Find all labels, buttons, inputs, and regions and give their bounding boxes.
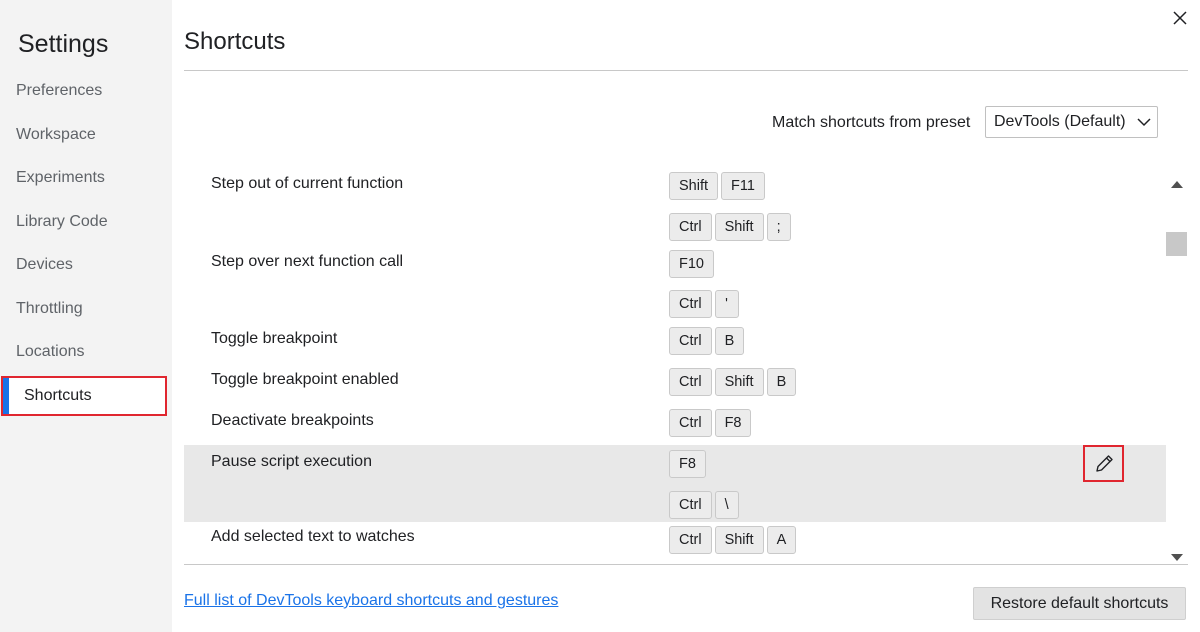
- key-cap: F10: [669, 250, 714, 278]
- shortcut-row: Toggle breakpoint Ctrl B: [184, 327, 1166, 368]
- shortcut-binding: F10: [669, 250, 714, 278]
- full-shortcuts-list-link[interactable]: Full list of DevTools keyboard shortcuts…: [184, 592, 558, 610]
- key-cap: ;: [766, 213, 791, 241]
- shortcut-list: Step out of current function Shift F11 C…: [184, 172, 1166, 562]
- key-cap: Shift: [714, 368, 764, 396]
- shortcut-row: Toggle breakpoint enabled Ctrl Shift B: [184, 368, 1166, 409]
- key-cap: Ctrl: [669, 290, 712, 318]
- shortcut-binding: F8: [669, 450, 706, 478]
- sidebar-item-library-code[interactable]: Library Code: [0, 202, 172, 242]
- shortcut-action-name: Step out of current function: [211, 175, 404, 192]
- key-cap: \: [714, 491, 739, 519]
- shortcut-binding: Ctrl Shift B: [669, 368, 797, 396]
- triangle-up-icon: [1171, 181, 1183, 188]
- sidebar-item-locations[interactable]: Locations: [0, 332, 172, 372]
- key-cap: Ctrl: [669, 491, 712, 519]
- shortcut-row: Add selected text to watches Ctrl Shift …: [184, 522, 1166, 562]
- shortcut-action-name: Deactivate breakpoints: [211, 412, 374, 429]
- key-cap: B: [714, 327, 745, 355]
- scroll-up-button[interactable]: [1169, 176, 1185, 192]
- scrollbar-thumb[interactable]: [1166, 232, 1187, 256]
- sidebar-item-workspace[interactable]: Workspace: [0, 115, 172, 155]
- page-title: Shortcuts: [184, 28, 286, 55]
- shortcut-binding: Ctrl B: [669, 327, 745, 355]
- key-cap: ': [714, 290, 739, 318]
- edit-shortcut-button[interactable]: [1083, 445, 1124, 482]
- shortcut-row: Step out of current function Shift F11 C…: [184, 172, 1166, 250]
- key-cap: Ctrl: [669, 213, 712, 241]
- sidebar-item-preferences[interactable]: Preferences: [0, 71, 172, 111]
- shortcut-row: Step over next function call F10 Ctrl ': [184, 250, 1166, 327]
- preset-label: Match shortcuts from preset: [772, 114, 971, 131]
- sidebar-item-experiments[interactable]: Experiments: [0, 158, 172, 198]
- sidebar-item-shortcuts[interactable]: Shortcuts: [1, 376, 167, 416]
- sidebar-title: Settings: [18, 30, 109, 58]
- shortcut-binding: Ctrl ': [669, 290, 739, 318]
- preset-select[interactable]: DevTools (Default): [985, 106, 1158, 138]
- close-icon: [1173, 11, 1187, 25]
- key-cap: B: [766, 368, 797, 396]
- close-button[interactable]: [1168, 6, 1192, 30]
- key-cap: Shift: [714, 213, 764, 241]
- shortcut-action-name: Step over next function call: [211, 253, 404, 270]
- shortcut-row-selected[interactable]: Pause script execution F8 Ctrl \: [184, 445, 1166, 522]
- key-cap: Shift: [669, 172, 719, 200]
- key-cap: Ctrl: [669, 327, 712, 355]
- list-divider: [184, 564, 1188, 565]
- shortcut-action-name: Toggle breakpoint enabled: [211, 371, 399, 388]
- key-cap: Ctrl: [669, 409, 712, 437]
- key-cap: Ctrl: [669, 526, 712, 554]
- key-cap: F8: [714, 409, 752, 437]
- key-cap: Ctrl: [669, 368, 712, 396]
- sidebar-item-devices[interactable]: Devices: [0, 245, 172, 285]
- shortcut-action-name: Pause script execution: [211, 453, 372, 470]
- pencil-icon: [1095, 454, 1113, 472]
- shortcut-binding: Ctrl \: [669, 491, 739, 519]
- header-divider: [184, 70, 1188, 71]
- settings-sidebar: Settings Preferences Workspace Experimen…: [0, 0, 172, 632]
- restore-default-shortcuts-button[interactable]: Restore default shortcuts: [973, 587, 1186, 620]
- shortcut-binding: Ctrl F8: [669, 409, 752, 437]
- preset-selected-value: DevTools (Default): [994, 113, 1126, 130]
- shortcut-action-name: Toggle breakpoint: [211, 330, 338, 347]
- shortcut-binding: Shift F11: [669, 172, 765, 200]
- key-cap: Shift: [714, 526, 764, 554]
- shortcut-binding: Ctrl Shift ;: [669, 213, 791, 241]
- shortcut-binding: Ctrl Shift A: [669, 526, 797, 554]
- sidebar-item-throttling[interactable]: Throttling: [0, 289, 172, 329]
- key-cap: F8: [669, 450, 706, 478]
- shortcut-action-name: Add selected text to watches: [211, 528, 415, 545]
- shortcut-row: Deactivate breakpoints Ctrl F8: [184, 409, 1166, 445]
- chevron-down-icon: [1137, 118, 1151, 127]
- key-cap: A: [766, 526, 797, 554]
- key-cap: F11: [721, 172, 765, 200]
